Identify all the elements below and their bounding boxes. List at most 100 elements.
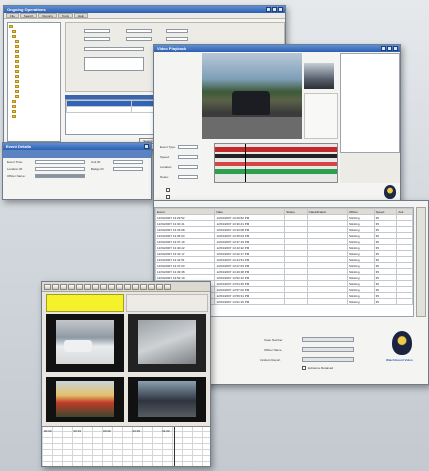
toolbar-button-icon[interactable] [100,284,107,290]
road-shape [202,117,302,139]
maximize-icon[interactable] [272,7,277,12]
toolbar-button-icon[interactable] [116,284,123,290]
checkbox[interactable] [166,195,170,199]
checkbox[interactable] [166,188,170,192]
close-icon[interactable] [278,7,283,12]
side-panel [340,53,400,153]
search-field[interactable] [84,47,144,51]
folder-icon [15,85,19,88]
vehicle-shape [232,91,270,115]
toolbar-button-icon[interactable] [92,284,99,290]
evidence-checkbox[interactable] [302,366,306,370]
timeline-labels: 00:00 00:15 00:30 00:45 01:00 [44,429,170,433]
search-window-title: Ongoing Operations [7,7,46,12]
toolbar-button-icon[interactable] [140,284,147,290]
table-cell: 12/04/2007 14:01:16 PM [214,298,286,305]
event-details-title: Event Details [6,144,32,149]
field-label: Unit ID: [91,160,102,164]
folder-icon [12,110,16,113]
search-field[interactable] [84,37,110,41]
toolbar-button-icon[interactable] [76,284,83,290]
search-field[interactable] [166,29,188,33]
field-label: Speed: [160,155,170,159]
field-label: Officer Name [264,348,282,352]
field-label: Badge ID: [91,167,105,171]
folder-icon [15,65,19,68]
officer-name-field[interactable] [302,347,354,352]
police-badge-icon [392,331,412,355]
field-label: Officer Name: [7,174,26,178]
menu-item[interactable]: Tools [57,13,73,18]
unit-id-field[interactable] [113,160,143,164]
menu-item[interactable]: Help [73,13,89,18]
toolbar-button-icon[interactable] [132,284,139,290]
evidence-viewer-window: 00:00 00:15 00:30 00:45 01:00 [41,281,211,467]
field-label: Event Time: [7,160,23,164]
notes-field[interactable] [178,175,198,179]
field-label: Notes: [160,175,169,179]
officer-name-field[interactable] [35,174,85,178]
evidence-label: Evidence Retained [308,366,334,370]
police-badge-icon [384,185,396,199]
toolbar-button-icon[interactable] [108,284,115,290]
tree-item[interactable] [9,114,59,119]
case-number-field[interactable] [302,337,354,342]
folder-icon [9,25,13,28]
timeline-playhead[interactable] [174,427,175,466]
timeline-label: 00:45 [132,429,141,433]
evidence-photo[interactable] [128,314,206,372]
toolbar-button-icon[interactable] [148,284,155,290]
menu-item[interactable]: Search [19,13,38,18]
maximize-icon[interactable] [387,46,392,51]
close-icon[interactable] [393,46,398,51]
timeline-track-dark [215,154,337,158]
timeline-area[interactable] [214,143,338,183]
event-type-field[interactable] [178,145,198,149]
field-label: Event Type: [160,145,176,149]
timeline-label: 00:30 [103,429,111,433]
location-id-field[interactable] [35,167,85,171]
location-field[interactable] [178,165,198,169]
event-details-titlebar[interactable]: Event Details [3,143,151,150]
evidence-photo[interactable] [46,377,124,422]
search-field[interactable] [126,37,152,41]
search-field[interactable] [84,29,110,33]
table-scrollbar[interactable] [416,207,426,317]
search-window-titlebar[interactable]: Ongoing Operations [4,6,285,13]
gallery-header [126,294,208,312]
menu-item[interactable]: File [6,13,19,18]
photo-content [56,381,114,417]
search-field[interactable] [84,57,144,71]
video-thumbnail[interactable] [304,63,334,89]
table-cell: 35 [373,298,398,305]
toolbar-button-icon[interactable] [124,284,131,290]
timeline-grid[interactable]: 00:00 00:15 00:30 00:45 01:00 [42,426,210,466]
video-frame[interactable] [202,53,302,139]
evidence-photo[interactable] [128,377,206,422]
menu-item[interactable]: Reports [38,13,57,18]
car-shape [64,340,92,352]
field-label: Incident Report [260,358,281,362]
field-label: Case Number [264,338,283,342]
toolbar-button-icon[interactable] [68,284,75,290]
search-field[interactable] [166,37,188,41]
field-label: Location ID: [7,167,24,171]
close-icon[interactable] [144,144,149,149]
toolbar-button-icon[interactable] [60,284,67,290]
toolbar-button-icon[interactable] [52,284,59,290]
video-playback-titlebar[interactable]: Video Playback [154,45,400,52]
incident-report-field[interactable] [302,357,354,362]
toolbar-button-icon[interactable] [44,284,51,290]
speed-field[interactable] [178,155,198,159]
toolbar-button-icon[interactable] [84,284,91,290]
toolbar-button-icon[interactable] [164,284,171,290]
search-field[interactable] [126,29,152,33]
timeline-playhead[interactable] [245,144,246,182]
evidence-photo[interactable] [46,314,124,372]
badge-id-field[interactable] [113,167,143,171]
event-time-field[interactable] [35,160,85,164]
toolbar-button-icon[interactable] [156,284,163,290]
minimize-icon[interactable] [381,46,386,51]
minimize-icon[interactable] [266,7,271,12]
folder-icon [15,90,19,93]
